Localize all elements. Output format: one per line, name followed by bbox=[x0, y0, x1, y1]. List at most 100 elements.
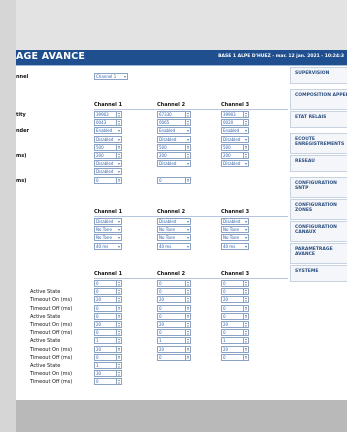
number-input[interactable]: 0 ▴ ▾ bbox=[221, 280, 249, 287]
sidebar-item-reseau[interactable]: RESEAU bbox=[290, 155, 347, 172]
spinner-icon[interactable]: ▴ ▾ bbox=[185, 120, 190, 126]
number-input[interactable]: 200 ▴ ▾ bbox=[221, 152, 249, 159]
number-input[interactable]: 0 ▴ ▾ bbox=[94, 329, 122, 337]
spinner-icon[interactable]: ▴ ▾ bbox=[185, 289, 190, 295]
spinner-icon[interactable]: ▴ ▾ bbox=[243, 330, 248, 336]
number-input[interactable]: 20 ▴ ▾ bbox=[157, 321, 191, 328]
spinner-icon[interactable]: ▴ ▾ bbox=[116, 177, 121, 183]
dropdown-select[interactable]: 40 ms ▾ bbox=[94, 242, 122, 250]
number-input[interactable]: 20 ▴ ▾ bbox=[221, 296, 249, 304]
spinner-icon[interactable]: ▴ ▾ bbox=[116, 144, 121, 150]
dropdown-select[interactable]: Enabled ▾ bbox=[157, 127, 191, 135]
spinner-icon[interactable]: ▴ ▾ bbox=[243, 313, 248, 319]
spinner-icon[interactable]: ▴ ▾ bbox=[185, 354, 190, 360]
spinner-icon[interactable]: ▴ ▾ bbox=[243, 297, 248, 303]
number-input[interactable]: 1 ▴ ▾ bbox=[157, 337, 191, 345]
number-input[interactable]: 20 ▴ ▾ bbox=[157, 345, 191, 353]
dropdown-select[interactable]: Disabled ▾ bbox=[94, 135, 122, 143]
sidebar-item-systeme[interactable]: SYSTEME bbox=[290, 265, 347, 282]
number-input[interactable]: 0 ▴ ▾ bbox=[221, 329, 249, 337]
number-input[interactable]: 0 ▴ ▾ bbox=[157, 353, 191, 361]
spinner-icon[interactable]: ▴ ▾ bbox=[185, 346, 190, 352]
number-input[interactable]: 0 ▴ ▾ bbox=[94, 304, 122, 312]
number-input[interactable]: 20 ▴ ▾ bbox=[94, 321, 122, 328]
number-input[interactable]: 20 ▴ ▾ bbox=[221, 345, 249, 353]
spinner-icon[interactable]: ▴ ▾ bbox=[116, 338, 121, 344]
dropdown-select[interactable]: Disabled ▾ bbox=[157, 160, 191, 168]
number-input[interactable]: 0065 ▴ ▾ bbox=[157, 119, 191, 127]
spinner-icon[interactable]: ▴ ▾ bbox=[185, 297, 190, 303]
dropdown-select[interactable]: Disabled ▾ bbox=[221, 218, 249, 225]
spinner-icon[interactable]: ▴ ▾ bbox=[116, 313, 121, 319]
dropdown-select[interactable]: No Tone ▾ bbox=[157, 226, 191, 234]
channel-select[interactable]: Channel 1 ▾ bbox=[94, 73, 128, 80]
spinner-icon[interactable]: ▴ ▾ bbox=[116, 153, 121, 158]
dropdown-select[interactable]: Disabled ▾ bbox=[94, 168, 122, 176]
number-input[interactable]: 0 ▴ ▾ bbox=[94, 280, 122, 287]
number-input[interactable]: 500 ▴ ▾ bbox=[157, 143, 191, 151]
sidebar-item-etat-relais[interactable]: ETAT RELAIS bbox=[290, 111, 347, 128]
spinner-icon[interactable]: ▴ ▾ bbox=[185, 112, 190, 117]
number-input[interactable]: 0 ▴ ▾ bbox=[157, 304, 191, 312]
sidebar-item-configuration-zones[interactable]: CONFIGURATION ZONES bbox=[290, 199, 347, 220]
spinner-icon[interactable]: ▴ ▾ bbox=[243, 112, 248, 117]
dropdown-select[interactable]: No Tone ▾ bbox=[157, 234, 191, 242]
spinner-icon[interactable]: ▴ ▾ bbox=[243, 354, 248, 360]
number-input[interactable]: 0020 ▴ ▾ bbox=[221, 119, 249, 127]
spinner-icon[interactable]: ▴ ▾ bbox=[116, 330, 121, 336]
spinner-icon[interactable]: ▴ ▾ bbox=[116, 297, 121, 303]
spinner-icon[interactable]: ▴ ▾ bbox=[243, 120, 248, 126]
number-input[interactable]: 0 ▴ ▾ bbox=[221, 288, 249, 296]
number-input[interactable]: 1 ▴ ▾ bbox=[94, 362, 122, 369]
number-input[interactable]: 200 ▴ ▾ bbox=[157, 152, 191, 159]
spinner-icon[interactable]: ▴ ▾ bbox=[116, 346, 121, 352]
sidebar-item-ecoute-enregistrements[interactable]: ECOUTE ENREGISTREMENTS bbox=[290, 133, 347, 154]
spinner-icon[interactable]: ▴ ▾ bbox=[116, 289, 121, 295]
number-input[interactable]: 0 ▴ ▾ bbox=[157, 176, 191, 184]
dropdown-select[interactable]: Disabled ▾ bbox=[221, 160, 249, 168]
spinner-icon[interactable]: ▴ ▾ bbox=[116, 354, 121, 360]
number-input[interactable]: 0 ▴ ▾ bbox=[94, 288, 122, 296]
number-input[interactable]: 0 ▴ ▾ bbox=[94, 312, 122, 320]
number-input[interactable]: 0 ▴ ▾ bbox=[94, 353, 122, 361]
spinner-icon[interactable]: ▴ ▾ bbox=[185, 322, 190, 327]
dropdown-select[interactable]: Disabled ▾ bbox=[94, 218, 122, 225]
spinner-icon[interactable]: ▴ ▾ bbox=[243, 338, 248, 344]
number-input[interactable]: 0 ▴ ▾ bbox=[157, 312, 191, 320]
spinner-icon[interactable]: ▴ ▾ bbox=[243, 289, 248, 295]
spinner-icon[interactable]: ▴ ▾ bbox=[243, 322, 248, 327]
spinner-icon[interactable]: ▴ ▾ bbox=[116, 322, 121, 327]
dropdown-select[interactable]: Disabled ▾ bbox=[157, 135, 191, 143]
dropdown-select[interactable]: No Tone ▾ bbox=[94, 234, 122, 242]
number-input[interactable]: 20 ▴ ▾ bbox=[94, 296, 122, 304]
spinner-icon[interactable]: ▴ ▾ bbox=[185, 281, 190, 286]
number-input[interactable]: 0043 ▴ ▾ bbox=[94, 119, 122, 127]
spinner-icon[interactable]: ▴ ▾ bbox=[185, 177, 190, 183]
spinner-icon[interactable]: ▴ ▾ bbox=[116, 281, 121, 286]
spinner-icon[interactable]: ▴ ▾ bbox=[116, 120, 121, 126]
dropdown-select[interactable]: No Tone ▾ bbox=[94, 226, 122, 234]
spinner-icon[interactable]: ▴ ▾ bbox=[116, 363, 121, 368]
number-input[interactable]: 39903 ▴ ▾ bbox=[221, 111, 249, 118]
number-input[interactable]: 500 ▴ ▾ bbox=[221, 143, 249, 151]
number-input[interactable]: 0 ▴ ▾ bbox=[221, 353, 249, 361]
spinner-icon[interactable]: ▴ ▾ bbox=[185, 153, 190, 158]
dropdown-select[interactable]: Disabled ▾ bbox=[221, 135, 249, 143]
spinner-icon[interactable]: ▴ ▾ bbox=[243, 305, 248, 311]
number-input[interactable]: 0 ▴ ▾ bbox=[94, 176, 122, 184]
spinner-icon[interactable]: ▴ ▾ bbox=[116, 305, 121, 311]
dropdown-select[interactable]: No Tone ▾ bbox=[221, 226, 249, 234]
spinner-icon[interactable]: ▴ ▾ bbox=[116, 112, 121, 117]
number-input[interactable]: 39903 ▴ ▾ bbox=[94, 111, 122, 118]
sidebar-item-configuration-sntp[interactable]: CONFIGURATION SNTP bbox=[290, 177, 347, 198]
number-input[interactable]: 0 ▴ ▾ bbox=[221, 312, 249, 320]
number-input[interactable]: 500 ▴ ▾ bbox=[94, 143, 122, 151]
spinner-icon[interactable]: ▴ ▾ bbox=[243, 346, 248, 352]
number-input[interactable]: 30 ▴ ▾ bbox=[94, 370, 122, 378]
dropdown-select[interactable]: Enabled ▾ bbox=[221, 127, 249, 135]
dropdown-select[interactable]: Enabled ▾ bbox=[94, 127, 122, 135]
number-input[interactable]: 0 ▴ ▾ bbox=[157, 288, 191, 296]
spinner-icon[interactable]: ▴ ▾ bbox=[243, 144, 248, 150]
sidebar-item-supervision[interactable]: SUPERVISION bbox=[290, 67, 347, 84]
number-input[interactable]: 0 ▴ ▾ bbox=[94, 378, 122, 386]
